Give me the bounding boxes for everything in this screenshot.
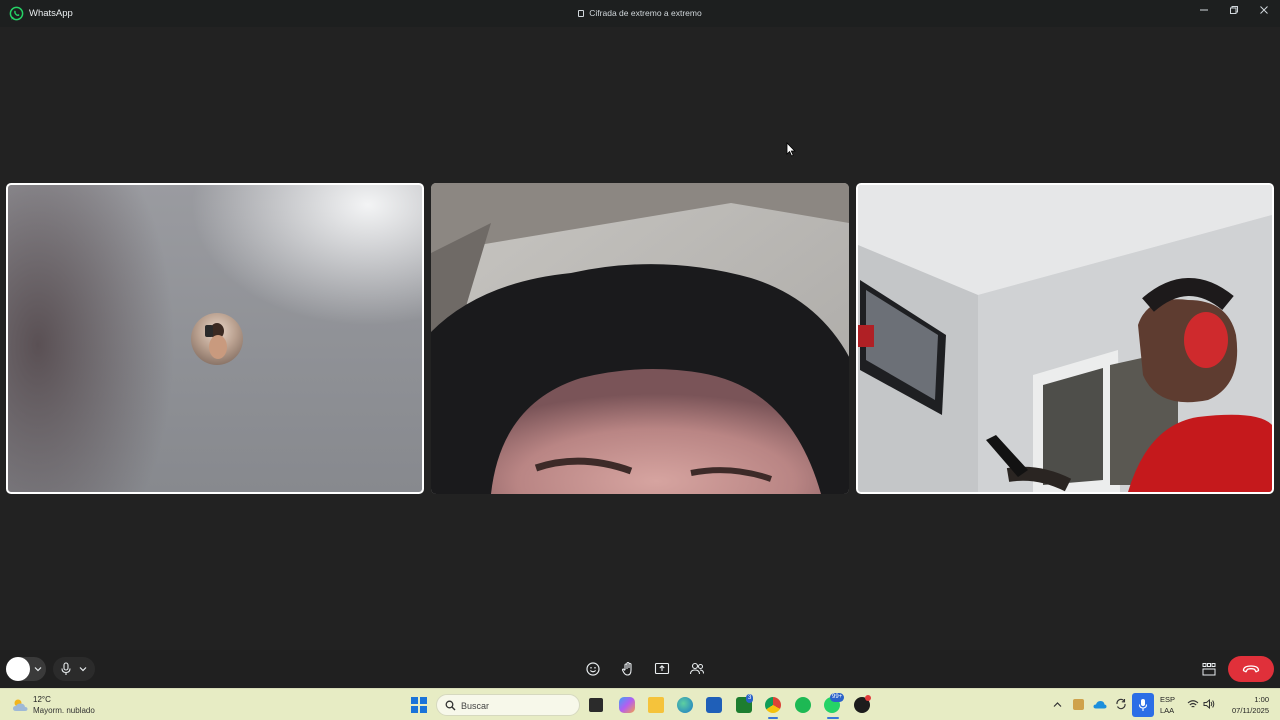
sync-icon[interactable] [1115, 698, 1127, 710]
title-bar: WhatsApp Cifrada de extremo a extremo [0, 0, 1280, 27]
end-call-button[interactable] [1228, 656, 1274, 682]
participant-tile-1[interactable] [6, 183, 424, 494]
share-screen-icon[interactable] [654, 661, 670, 677]
start-button[interactable] [411, 697, 427, 713]
call-controls-bar [0, 650, 1280, 688]
xbox-badge: 3 [746, 694, 754, 703]
onedrive-icon[interactable] [1093, 700, 1107, 709]
mouse-cursor-icon [786, 142, 796, 157]
restore-button[interactable] [1224, 4, 1244, 22]
whatsapp-badge: 99+ [830, 693, 845, 702]
edge-icon[interactable] [677, 697, 693, 713]
taskbar-search-box[interactable]: Buscar [436, 694, 580, 716]
camera-toggle-button[interactable] [6, 657, 46, 681]
copilot-icon[interactable] [619, 697, 635, 713]
microphone-icon[interactable] [60, 662, 72, 676]
search-icon [445, 700, 456, 711]
participant-video-feed [431, 183, 849, 494]
encryption-label: Cifrada de extremo a extremo [0, 8, 1280, 18]
add-participant-icon[interactable] [689, 661, 705, 677]
microphone-icon [1138, 699, 1148, 711]
participant-video-feed [858, 185, 1272, 492]
chrome-icon[interactable] [765, 697, 781, 713]
file-explorer-icon[interactable] [648, 697, 664, 713]
language-code[interactable]: ESP [1160, 695, 1175, 704]
restore-icon [1230, 6, 1238, 14]
search-placeholder: Buscar [461, 701, 490, 711]
volume-icon[interactable] [1203, 699, 1215, 709]
weather-temperature[interactable]: 12°C [33, 695, 51, 704]
participant-avatar[interactable] [191, 313, 243, 365]
wifi-icon[interactable] [1187, 699, 1199, 709]
hang-up-icon [1242, 665, 1260, 673]
task-view-icon[interactable] [589, 698, 603, 712]
keyboard-layout[interactable]: LAA [1160, 706, 1174, 715]
chrome-running-indicator [768, 717, 778, 719]
close-window-button[interactable] [1254, 4, 1274, 22]
microphone-button[interactable] [53, 657, 95, 681]
emoji-reaction-icon[interactable] [585, 661, 601, 677]
layout-grid-icon[interactable] [1201, 661, 1217, 677]
participant-tile-3[interactable] [856, 183, 1274, 494]
participant-tile-2[interactable] [431, 183, 849, 494]
tray-app-icon[interactable] [1073, 699, 1084, 710]
weather-condition[interactable]: Mayorm. nublado [33, 706, 95, 715]
notification-dot [865, 695, 871, 701]
windows-logo-icon [411, 697, 418, 704]
minimize-icon [1200, 9, 1208, 11]
windows-taskbar: 12°C Mayorm. nublado Buscar 3 99+ ESP LA… [0, 688, 1280, 720]
chevron-down-icon[interactable] [79, 665, 87, 673]
store-icon[interactable] [706, 697, 722, 713]
avatar-photo-icon [205, 323, 227, 359]
spotify-icon[interactable] [795, 697, 811, 713]
camera-toggle-knob[interactable] [6, 657, 30, 681]
close-icon [1260, 6, 1268, 14]
clock-date[interactable]: 07/11/2025 [1222, 706, 1272, 715]
clock-time[interactable]: 1:00 [1222, 695, 1272, 704]
raise-hand-icon[interactable] [620, 661, 636, 677]
whatsapp-active-indicator [827, 717, 839, 719]
microphone-in-use-indicator[interactable] [1132, 693, 1154, 717]
lock-icon [578, 10, 585, 17]
chevron-up-icon[interactable] [1053, 701, 1062, 708]
chevron-down-icon[interactable] [34, 665, 42, 673]
encryption-text: Cifrada de extremo a extremo [589, 8, 702, 18]
partly-cloudy-icon[interactable] [11, 698, 29, 712]
minimize-button[interactable] [1194, 4, 1214, 22]
